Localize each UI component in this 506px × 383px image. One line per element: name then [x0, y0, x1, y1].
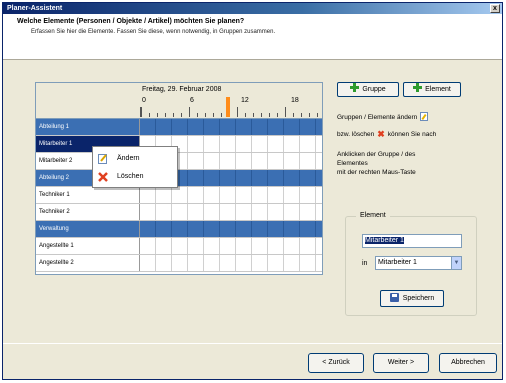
- row-label[interactable]: Techniker 2: [36, 204, 140, 220]
- element-name-field[interactable]: Mitarbeiter 1: [362, 234, 462, 248]
- time-cells[interactable]: [140, 187, 322, 203]
- ruler-tick: [261, 113, 262, 117]
- context-menu-delete-label: Löschen: [117, 173, 144, 180]
- ruler-tick: [317, 113, 318, 117]
- element-groupbox: Element Mitarbeiter 1 in Mitarbeiter 1 ▼…: [345, 212, 477, 316]
- ruler-tick: [301, 113, 302, 117]
- save-button-label: Speichern: [402, 295, 435, 302]
- row-label[interactable]: Angestellte 1: [36, 238, 140, 254]
- ruler-tick: [149, 113, 150, 117]
- in-label: in: [362, 260, 368, 267]
- hour-label: 18: [291, 97, 299, 104]
- page-title: Welche Elemente (Personen / Objekte / Ar…: [17, 18, 245, 25]
- info-line-4: Elementes: [337, 160, 368, 167]
- ruler-tick: [213, 113, 214, 117]
- add-element-button[interactable]: Element: [403, 82, 461, 97]
- delete-icon: ✖: [377, 129, 385, 139]
- window-title: Planer-Assistent: [7, 5, 63, 12]
- element-name-value: Mitarbeiter 1: [365, 237, 404, 244]
- row-label[interactable]: Angestellte 2: [36, 255, 140, 271]
- ruler-tick: [173, 113, 174, 117]
- context-menu-edit[interactable]: Ändern: [93, 150, 177, 168]
- time-cells[interactable]: [140, 204, 322, 220]
- delete-icon: [98, 172, 108, 182]
- close-button[interactable]: x: [490, 4, 500, 13]
- info-line-2: bzw. löschen ✖ können Sie nach: [337, 129, 436, 140]
- row-label[interactable]: Verwaltung: [36, 221, 140, 237]
- add-group-button[interactable]: Gruppe: [337, 82, 399, 97]
- timeline-header: Freitag, 29. Februar 2008 0 6 12 18: [36, 83, 322, 119]
- element-row[interactable]: Mitarbeiter 2: [36, 153, 322, 170]
- plus-icon: [350, 83, 360, 92]
- ruler-tick: [141, 107, 142, 117]
- time-cells[interactable]: [140, 255, 322, 271]
- group-row[interactable]: Abteilung 2: [36, 170, 322, 187]
- group-row[interactable]: Abteilung 1: [36, 119, 322, 136]
- parent-select-value: Mitarbeiter 1: [378, 259, 417, 266]
- chevron-down-icon[interactable]: ▼: [451, 257, 461, 269]
- ruler-tick: [197, 113, 198, 117]
- date-label: Freitag, 29. Februar 2008: [142, 86, 222, 93]
- ruler-tick: [285, 107, 286, 117]
- hour-label: 0: [142, 97, 146, 104]
- ruler-tick: [165, 113, 166, 117]
- ruler-tick: [277, 113, 278, 117]
- ruler-tick: [181, 113, 182, 117]
- element-row[interactable]: Mitarbeiter 1: [36, 136, 322, 153]
- time-cells[interactable]: [140, 221, 322, 237]
- element-row[interactable]: Techniker 2: [36, 204, 322, 221]
- plus-icon: [413, 83, 423, 92]
- title-bar: Planer-Assistent x: [3, 3, 502, 14]
- context-menu: Ändern Löschen: [92, 146, 178, 188]
- group-row[interactable]: Verwaltung: [36, 221, 322, 238]
- info-line-3: Anklicken der Gruppe / des: [337, 151, 416, 158]
- time-cells[interactable]: [140, 238, 322, 254]
- wizard-header: Welche Elemente (Personen / Objekte / Ar…: [3, 14, 502, 60]
- save-button[interactable]: Speichern: [380, 290, 444, 307]
- ruler-tick: [189, 107, 190, 117]
- ruler-tick: [245, 113, 246, 117]
- ruler-tick: [253, 113, 254, 117]
- element-row[interactable]: Angestellte 1: [36, 238, 322, 255]
- ruler-tick: [269, 113, 270, 117]
- edit-icon: [420, 112, 429, 121]
- planer-assistent-window: Planer-Assistent x Welche Elemente (Pers…: [2, 2, 503, 380]
- back-button[interactable]: < Zurück: [308, 353, 364, 373]
- footer-divider: [3, 343, 502, 344]
- ruler-tick: [221, 113, 222, 117]
- add-element-label: Element: [425, 86, 451, 93]
- info-text: können Sie nach: [387, 131, 437, 138]
- hour-label: 12: [241, 97, 249, 104]
- edit-icon: [98, 154, 108, 164]
- time-cells[interactable]: [140, 119, 322, 135]
- info-line-1: Gruppen / Elemente ändern: [337, 112, 429, 121]
- row-label[interactable]: Techniker 1: [36, 187, 140, 203]
- next-button[interactable]: Weiter >: [373, 353, 429, 373]
- current-time-marker: [226, 97, 230, 117]
- groupbox-title: Element: [356, 212, 390, 219]
- time-ruler: [140, 107, 322, 117]
- save-icon: [389, 293, 399, 302]
- cancel-button[interactable]: Abbrechen: [439, 353, 497, 373]
- row-label[interactable]: Abteilung 1: [36, 119, 140, 135]
- ruler-tick: [237, 107, 238, 117]
- add-group-label: Gruppe: [362, 86, 386, 93]
- hour-label: 6: [190, 97, 194, 104]
- info-text: Gruppen / Elemente ändern: [337, 114, 418, 121]
- context-menu-edit-label: Ändern: [117, 155, 140, 162]
- info-text: bzw. löschen: [337, 131, 375, 138]
- page-subtitle: Erfassen Sie hier die Elemente. Fassen S…: [31, 29, 276, 35]
- ruler-tick: [205, 113, 206, 117]
- ruler-tick: [157, 113, 158, 117]
- ruler-tick: [309, 113, 310, 117]
- info-line-5: mit der rechten Maus-Taste: [337, 169, 416, 176]
- ruler-tick: [293, 113, 294, 117]
- parent-select[interactable]: Mitarbeiter 1 ▼: [375, 256, 462, 270]
- element-row[interactable]: Techniker 1: [36, 187, 322, 204]
- context-menu-delete[interactable]: Löschen: [93, 168, 177, 186]
- element-row[interactable]: Angestellte 2: [36, 255, 322, 272]
- planner-grid[interactable]: Freitag, 29. Februar 2008 0 6 12 18 Abte…: [35, 82, 323, 275]
- row-list: Abteilung 1 Mitarbeiter 1 Mitarbeiter 2 Abt…: [36, 119, 322, 272]
